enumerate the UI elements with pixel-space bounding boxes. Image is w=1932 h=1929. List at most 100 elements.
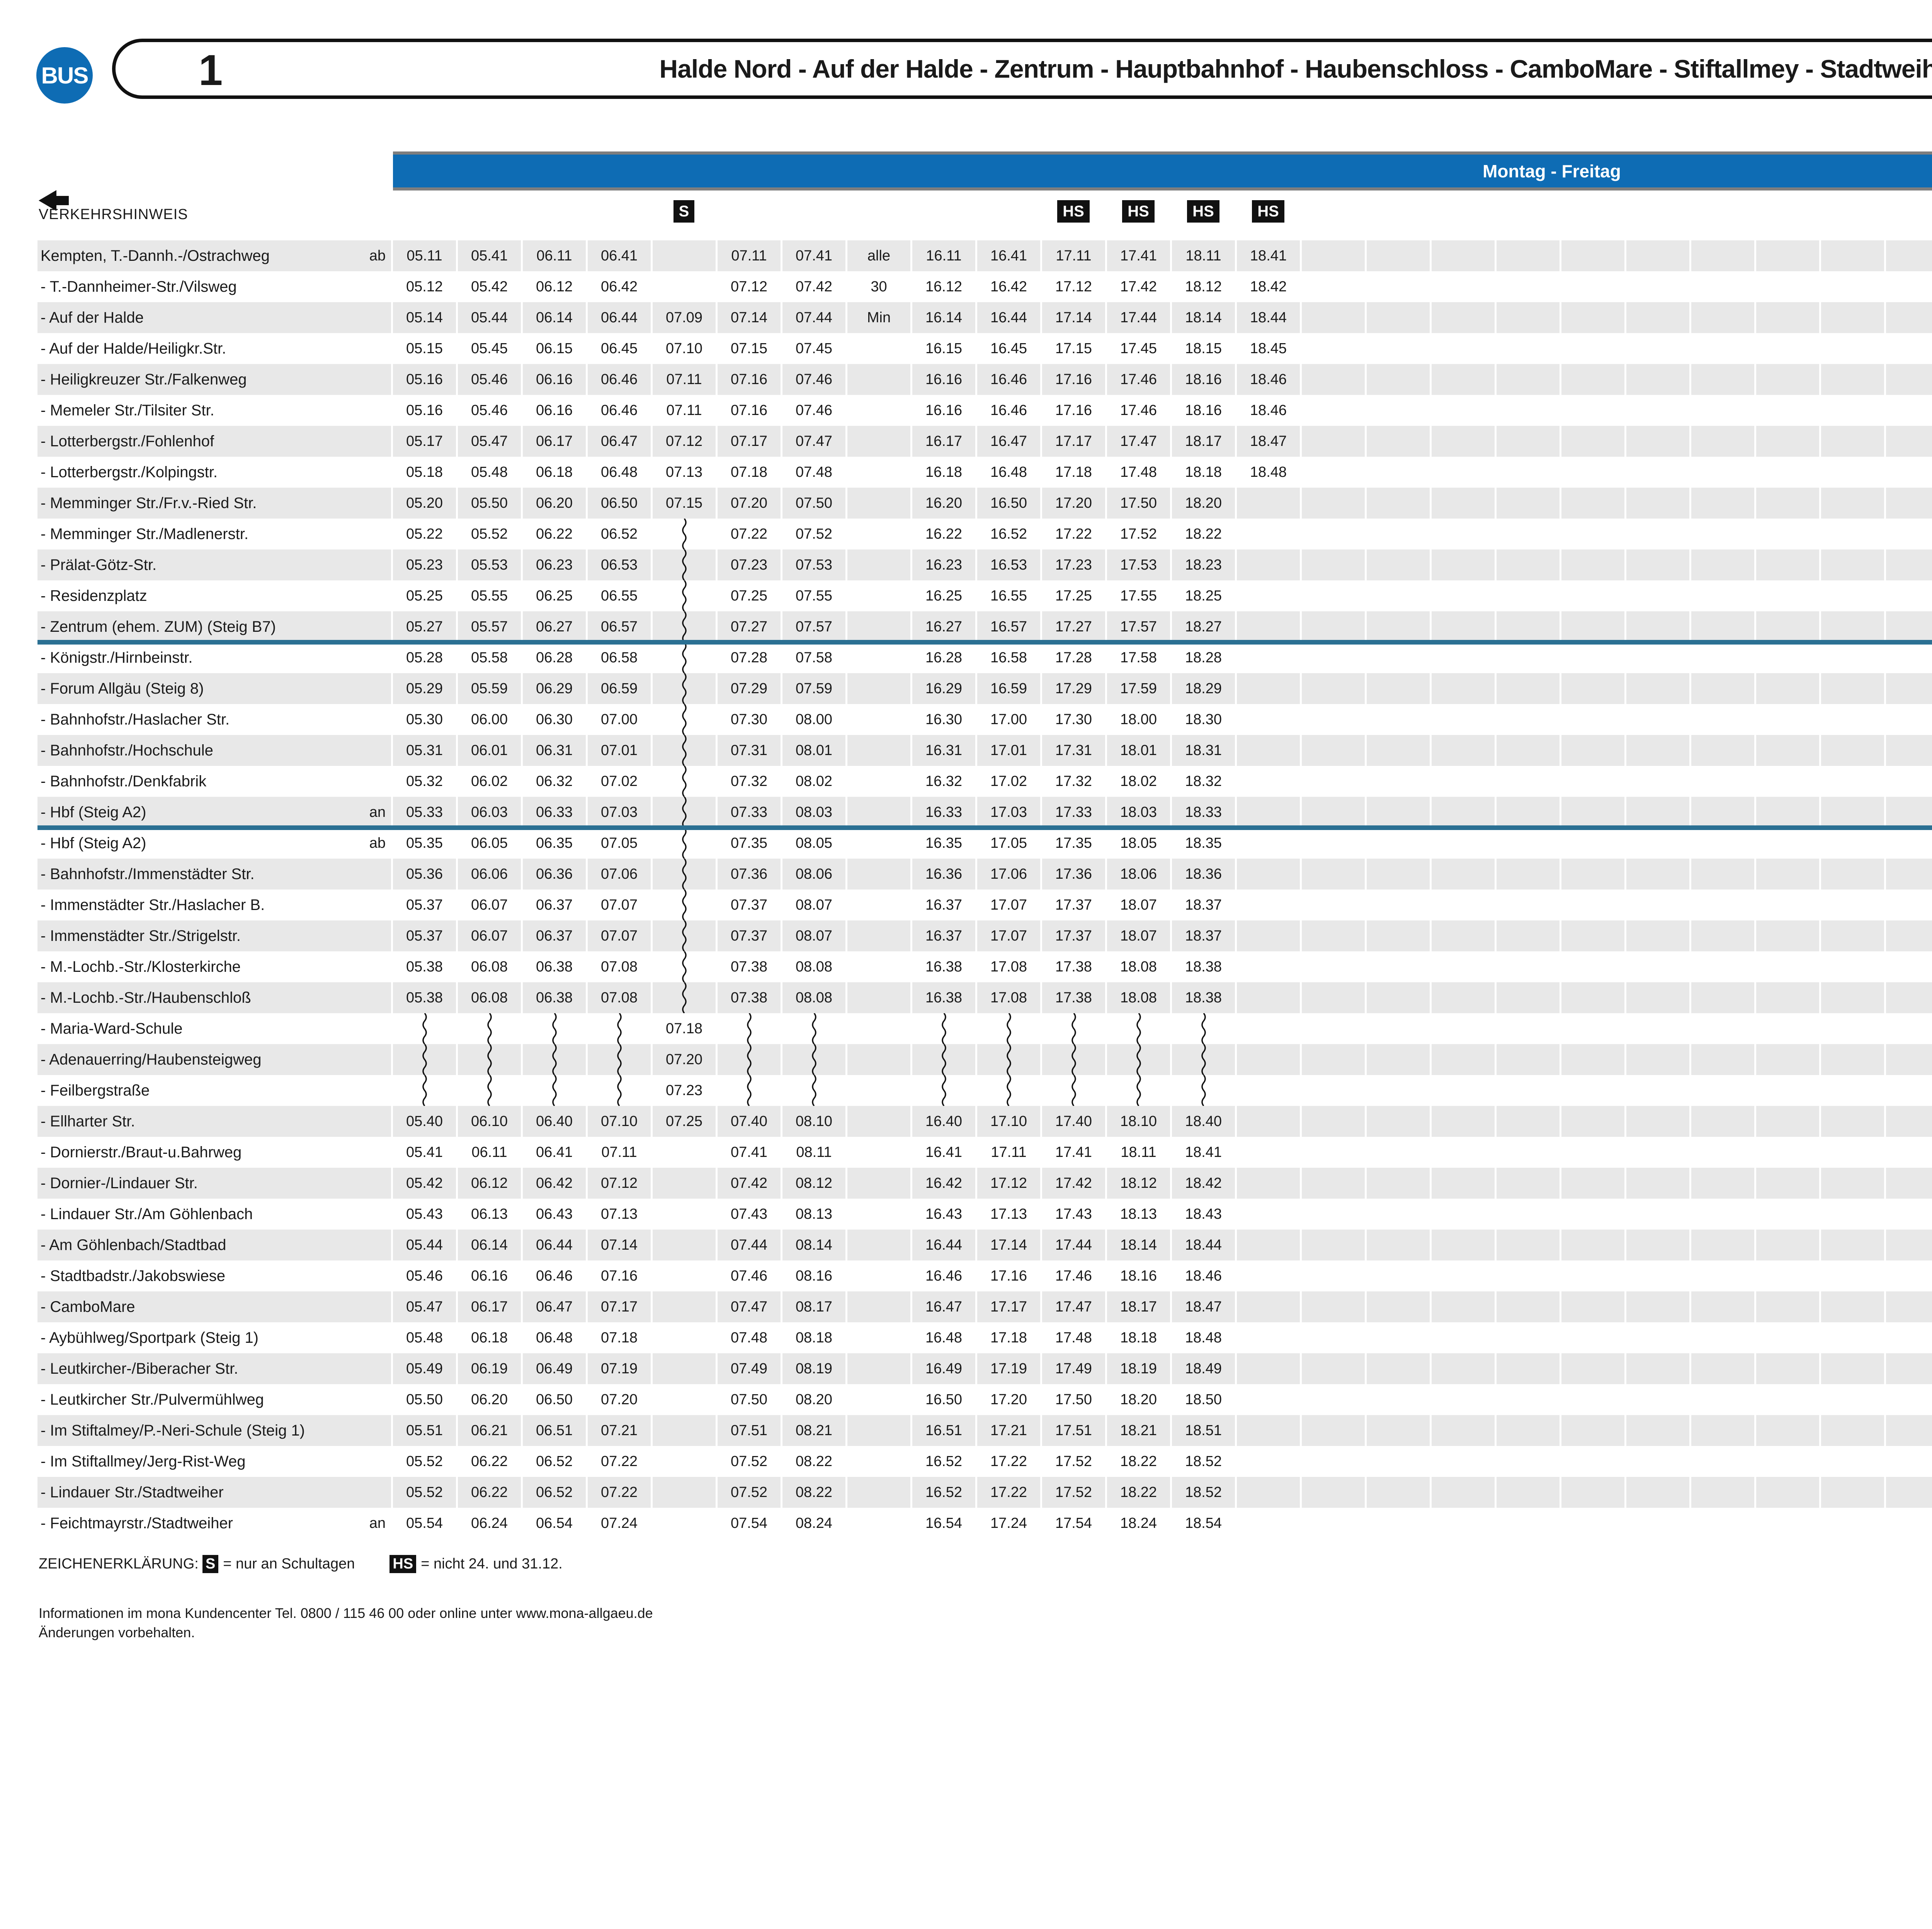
empty-cell <box>1626 271 1689 302</box>
empty-cell <box>1432 519 1495 549</box>
time-cell: 07.55 <box>782 580 845 611</box>
time-cell: 17.27 <box>1042 611 1105 642</box>
time-cell: 18.45 <box>1237 333 1300 364</box>
empty-cell <box>1432 1508 1495 1539</box>
time-cell: 07.42 <box>718 1168 781 1199</box>
empty-cell <box>1626 611 1689 642</box>
time-cell: 06.52 <box>523 1446 586 1477</box>
time-cell: 05.14 <box>393 302 456 333</box>
empty-cell <box>1561 704 1624 735</box>
empty-cell <box>1432 240 1495 271</box>
table-row: - Leutkircher Str./Pulvermühlweg05.5006.… <box>37 1384 1932 1415</box>
stop-name: - Memeler Str./Tilsiter Str. <box>41 402 214 419</box>
time-cell: 05.51 <box>393 1415 456 1446</box>
stop-name: - Ellharter Str. <box>41 1113 135 1130</box>
time-cell <box>847 1260 910 1291</box>
empty-cell <box>1886 642 1932 673</box>
no-stop-wave-icon <box>420 1075 429 1106</box>
empty-cell <box>1821 766 1884 797</box>
empty-cell <box>1886 673 1932 704</box>
time-cell: 18.41 <box>1237 240 1300 271</box>
time-cell-skipped <box>1042 1013 1105 1044</box>
time-cell-skipped <box>653 859 716 890</box>
empty-cell <box>1691 1260 1754 1291</box>
time-cell: 08.17 <box>782 1291 845 1322</box>
stop-name-cell: - Am Göhlenbach/Stadtbad <box>37 1230 391 1260</box>
stop-name: - Heiligkreuzer Str./Falkenweg <box>41 371 247 388</box>
empty-cell <box>1302 1075 1365 1106</box>
empty-cell <box>1432 580 1495 611</box>
time-cell: 17.01 <box>977 735 1040 766</box>
empty-cell <box>1432 457 1495 488</box>
empty-cell <box>1691 426 1754 457</box>
empty-cell <box>1302 1353 1365 1384</box>
no-stop-wave-icon <box>420 1044 429 1075</box>
time-cell: 16.15 <box>912 333 975 364</box>
time-cell: 06.11 <box>523 240 586 271</box>
time-cell: 07.31 <box>718 735 781 766</box>
empty-cell <box>1302 580 1365 611</box>
time-cell: 17.31 <box>1042 735 1105 766</box>
empty-cell <box>1626 488 1689 519</box>
empty-cell <box>1691 364 1754 395</box>
time-cell: 17.13 <box>977 1199 1040 1230</box>
empty-cell <box>1821 642 1884 673</box>
no-stop-wave-icon <box>1005 1044 1013 1075</box>
time-cell <box>653 1260 716 1291</box>
empty-cell <box>1821 1230 1884 1260</box>
empty-cell <box>1756 1168 1819 1199</box>
empty-cell <box>1497 951 1560 982</box>
empty-cell <box>1302 951 1365 982</box>
time-cell <box>847 1168 910 1199</box>
table-row: - Aybühlweg/Sportpark (Steig 1)05.4806.1… <box>37 1322 1932 1353</box>
stop-name-cell: - Stadtbadstr./Jakobswiese <box>37 1260 391 1291</box>
time-cell: 17.30 <box>1042 704 1105 735</box>
time-cell-skipped <box>653 673 716 704</box>
time-cell-skipped <box>1172 1044 1235 1075</box>
time-cell: 08.02 <box>782 766 845 797</box>
empty-cell <box>1432 1199 1495 1230</box>
time-cell <box>1237 982 1300 1013</box>
time-cell <box>847 951 910 982</box>
empty-cell <box>1561 766 1624 797</box>
time-cell <box>1237 1075 1300 1106</box>
line-number: 1 <box>199 45 223 95</box>
time-cell: 05.38 <box>393 951 456 982</box>
no-stop-wave-icon <box>615 1013 624 1044</box>
no-stop-wave-icon <box>1134 1075 1143 1106</box>
empty-cell <box>1691 271 1754 302</box>
time-cell-skipped <box>653 797 716 828</box>
empty-cell <box>1886 1353 1932 1384</box>
time-cell <box>847 1230 910 1260</box>
time-cell: 17.44 <box>1107 302 1170 333</box>
time-cell-skipped <box>458 1013 521 1044</box>
stop-name: - CamboMare <box>41 1298 135 1316</box>
empty-cell <box>1497 890 1560 920</box>
stop-name-cell: - Auf der Halde <box>37 302 391 333</box>
empty-cell <box>1367 1477 1430 1508</box>
time-cell-skipped <box>977 1044 1040 1075</box>
empty-cell <box>1821 426 1884 457</box>
empty-cell <box>1561 1013 1624 1044</box>
time-cell: 07.01 <box>588 735 651 766</box>
no-stop-wave-icon <box>680 828 689 859</box>
time-cell-skipped <box>458 1075 521 1106</box>
time-cell: 16.49 <box>912 1353 975 1384</box>
empty-cell <box>1821 1353 1884 1384</box>
time-cell: 07.25 <box>718 580 781 611</box>
time-cell: 06.44 <box>523 1230 586 1260</box>
empty-cell <box>1821 1044 1884 1075</box>
time-cell: 18.18 <box>1172 457 1235 488</box>
holiday-symbol: HS <box>1122 200 1155 223</box>
time-cell: 07.17 <box>718 426 781 457</box>
time-cell: 07.08 <box>588 982 651 1013</box>
empty-cell <box>1886 240 1932 271</box>
time-cell: 17.19 <box>977 1353 1040 1384</box>
empty-cell <box>1561 642 1624 673</box>
time-cell: 05.50 <box>458 488 521 519</box>
empty-cell <box>1561 488 1624 519</box>
time-cell: 05.36 <box>393 859 456 890</box>
time-cell-skipped <box>1042 1044 1105 1075</box>
time-cell: 06.33 <box>523 797 586 828</box>
stop-name: - Adenauerring/Haubensteigweg <box>41 1051 262 1068</box>
